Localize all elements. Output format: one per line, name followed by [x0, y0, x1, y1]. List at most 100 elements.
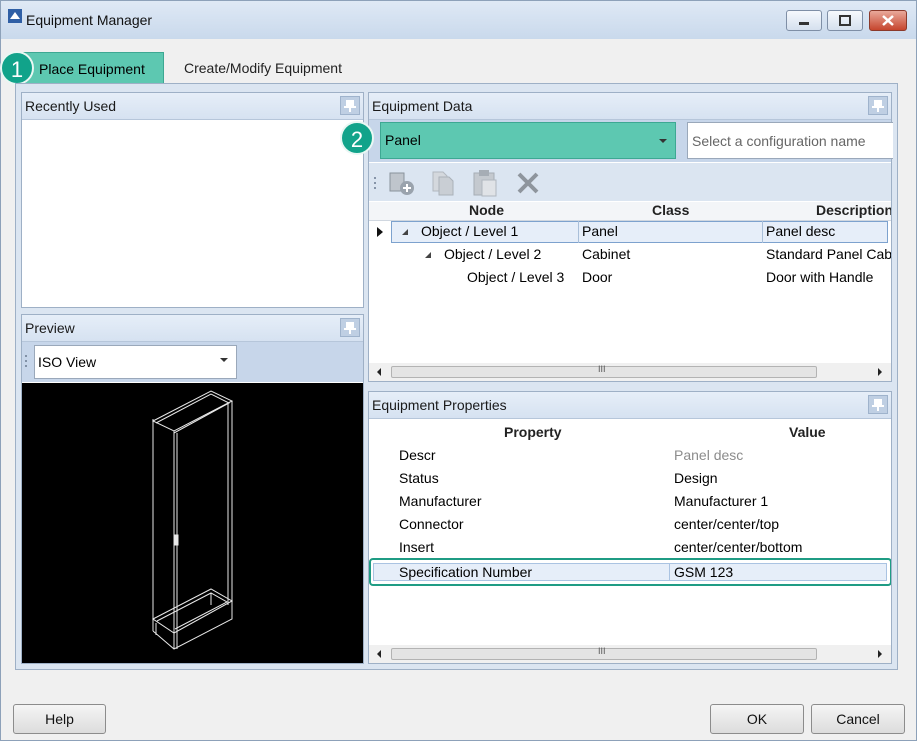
equipment-data-hscrollbar[interactable]: III: [369, 363, 891, 381]
property-value[interactable]: Manufacturer 1: [674, 493, 768, 509]
toolbar-grip-icon: [374, 177, 376, 189]
tree-node-class: Panel: [582, 223, 618, 239]
scroll-right-icon[interactable]: [876, 367, 884, 377]
ok-button[interactable]: OK: [710, 704, 804, 734]
property-value[interactable]: GSM 123: [674, 564, 733, 580]
delete-icon[interactable]: [515, 170, 541, 196]
callout-badge-1: 1: [0, 51, 34, 85]
preview-pin-button[interactable]: [340, 318, 360, 337]
close-button[interactable]: [869, 10, 907, 31]
equipment-properties-pin-button[interactable]: [868, 395, 888, 414]
preview-title: Preview: [25, 320, 75, 336]
tree-node-description: Standard Panel Cabinet: [766, 246, 891, 262]
equipment-properties-hscrollbar[interactable]: III: [369, 645, 891, 663]
tab-strip: Place Equipment Create/Modify Equipment: [1, 39, 916, 84]
tree-node-label: Object / Level 1: [421, 223, 519, 239]
maximize-icon: [839, 15, 851, 26]
property-value[interactable]: center/center/bottom: [674, 539, 802, 555]
app-icon: [8, 9, 22, 23]
equipment-properties-header: Equipment Properties: [369, 392, 891, 419]
scroll-left-icon[interactable]: [375, 367, 383, 377]
tree-node-class: Cabinet: [582, 246, 631, 262]
equipment-tree-grid: Node Class Description Object / Level 1 …: [369, 202, 891, 362]
equipment-manager-window: Equipment Manager Place Equipment Create…: [0, 0, 917, 741]
cancel-button[interactable]: Cancel: [811, 704, 905, 734]
equipment-properties-title: Equipment Properties: [372, 397, 507, 413]
equipment-type-value: Panel: [385, 132, 421, 148]
view-select[interactable]: ISO View: [34, 345, 237, 379]
column-header-class[interactable]: Class: [652, 202, 689, 218]
column-header-node[interactable]: Node: [469, 202, 504, 218]
chevron-down-icon: [659, 139, 667, 143]
scrollbar-thumb[interactable]: III: [391, 364, 817, 378]
toolbar-grip-icon: [25, 355, 27, 367]
equipment-toolbar: [369, 163, 891, 201]
equipment-properties-panel: Equipment Properties Property Value Desc…: [368, 391, 892, 664]
tree-node-description: Panel desc: [766, 223, 836, 239]
grid-header-row: [369, 202, 891, 221]
view-select-value: ISO View: [38, 354, 97, 370]
property-name: Specification Number: [399, 564, 533, 580]
dialog-footer: Help OK Cancel: [7, 693, 910, 737]
column-header-description[interactable]: Description: [816, 202, 891, 218]
column-header-property: Property: [504, 424, 562, 440]
recently-used-title: Recently Used: [25, 98, 117, 114]
recently-used-header: Recently Used: [22, 93, 363, 120]
scrollbar-grip: III: [598, 646, 606, 656]
maximize-button[interactable]: [827, 10, 863, 31]
property-name: Status: [399, 470, 439, 486]
expanded-triangle-icon[interactable]: [423, 250, 433, 260]
add-equipment-icon[interactable]: [387, 171, 417, 197]
configuration-name-placeholder: Select a configuration name: [692, 133, 866, 149]
property-name: Descr: [399, 447, 436, 463]
title-bar: Equipment Manager: [1, 1, 916, 39]
property-name: Connector: [399, 516, 464, 532]
preview-toolbar: ISO View: [22, 342, 363, 382]
close-icon: [882, 15, 894, 26]
row-pointer-icon: [377, 227, 383, 237]
equipment-data-panel: Equipment Data Panel Select a configurat…: [368, 92, 893, 382]
scrollbar-grip: III: [598, 364, 606, 374]
column-divider: [578, 221, 579, 243]
equipment-data-pin-button[interactable]: [868, 96, 888, 115]
paste-icon[interactable]: [471, 168, 499, 198]
expanded-triangle-icon[interactable]: [400, 227, 410, 237]
scroll-left-icon[interactable]: [375, 649, 383, 659]
tab-place-equipment-label: Place Equipment: [39, 61, 145, 77]
pin-icon: [872, 100, 884, 112]
property-value[interactable]: Design: [674, 470, 718, 486]
tree-node-description: Door with Handle: [766, 269, 874, 285]
pin-icon: [344, 100, 356, 112]
tree-node-label[interactable]: Object / Level 2: [444, 246, 541, 262]
recently-used-pin-button[interactable]: [340, 96, 360, 115]
help-button[interactable]: Help: [13, 704, 106, 734]
minimize-button[interactable]: [786, 10, 822, 31]
tree-node-label[interactable]: Object / Level 3: [467, 269, 564, 285]
copy-icon[interactable]: [429, 169, 457, 197]
pin-icon: [344, 322, 356, 334]
pin-icon: [872, 399, 884, 411]
property-value[interactable]: center/center/top: [674, 516, 779, 532]
window-title: Equipment Manager: [26, 12, 153, 28]
scrollbar-thumb[interactable]: III: [391, 646, 817, 660]
tree-node-class: Door: [582, 269, 613, 285]
equipment-data-title: Equipment Data: [372, 98, 473, 114]
highlighted-property-row[interactable]: Specification Number GSM 123: [369, 558, 891, 586]
column-divider: [762, 221, 763, 243]
property-name: Manufacturer: [399, 493, 482, 509]
preview-viewport[interactable]: [22, 383, 363, 663]
equipment-select-bar: Panel Select a configuration name: [369, 120, 893, 162]
scroll-right-icon[interactable]: [876, 649, 884, 659]
recently-used-panel: Recently Used: [21, 92, 364, 308]
tab-create-modify-equipment[interactable]: Create/Modify Equipment: [184, 60, 342, 76]
minimize-icon: [799, 22, 809, 25]
configuration-name-input[interactable]: Select a configuration name: [687, 122, 893, 159]
equipment-type-select[interactable]: Panel: [380, 122, 676, 159]
tab-place-equipment[interactable]: Place Equipment: [23, 52, 164, 84]
column-header-value: Value: [789, 424, 826, 440]
equipment-data-header: Equipment Data: [369, 93, 891, 120]
chevron-down-icon: [220, 358, 228, 362]
cabinet-wireframe-image: [151, 390, 234, 650]
property-grid: Property Value Descr Panel desc Status D…: [369, 419, 891, 645]
preview-panel: Preview ISO View: [21, 314, 364, 664]
